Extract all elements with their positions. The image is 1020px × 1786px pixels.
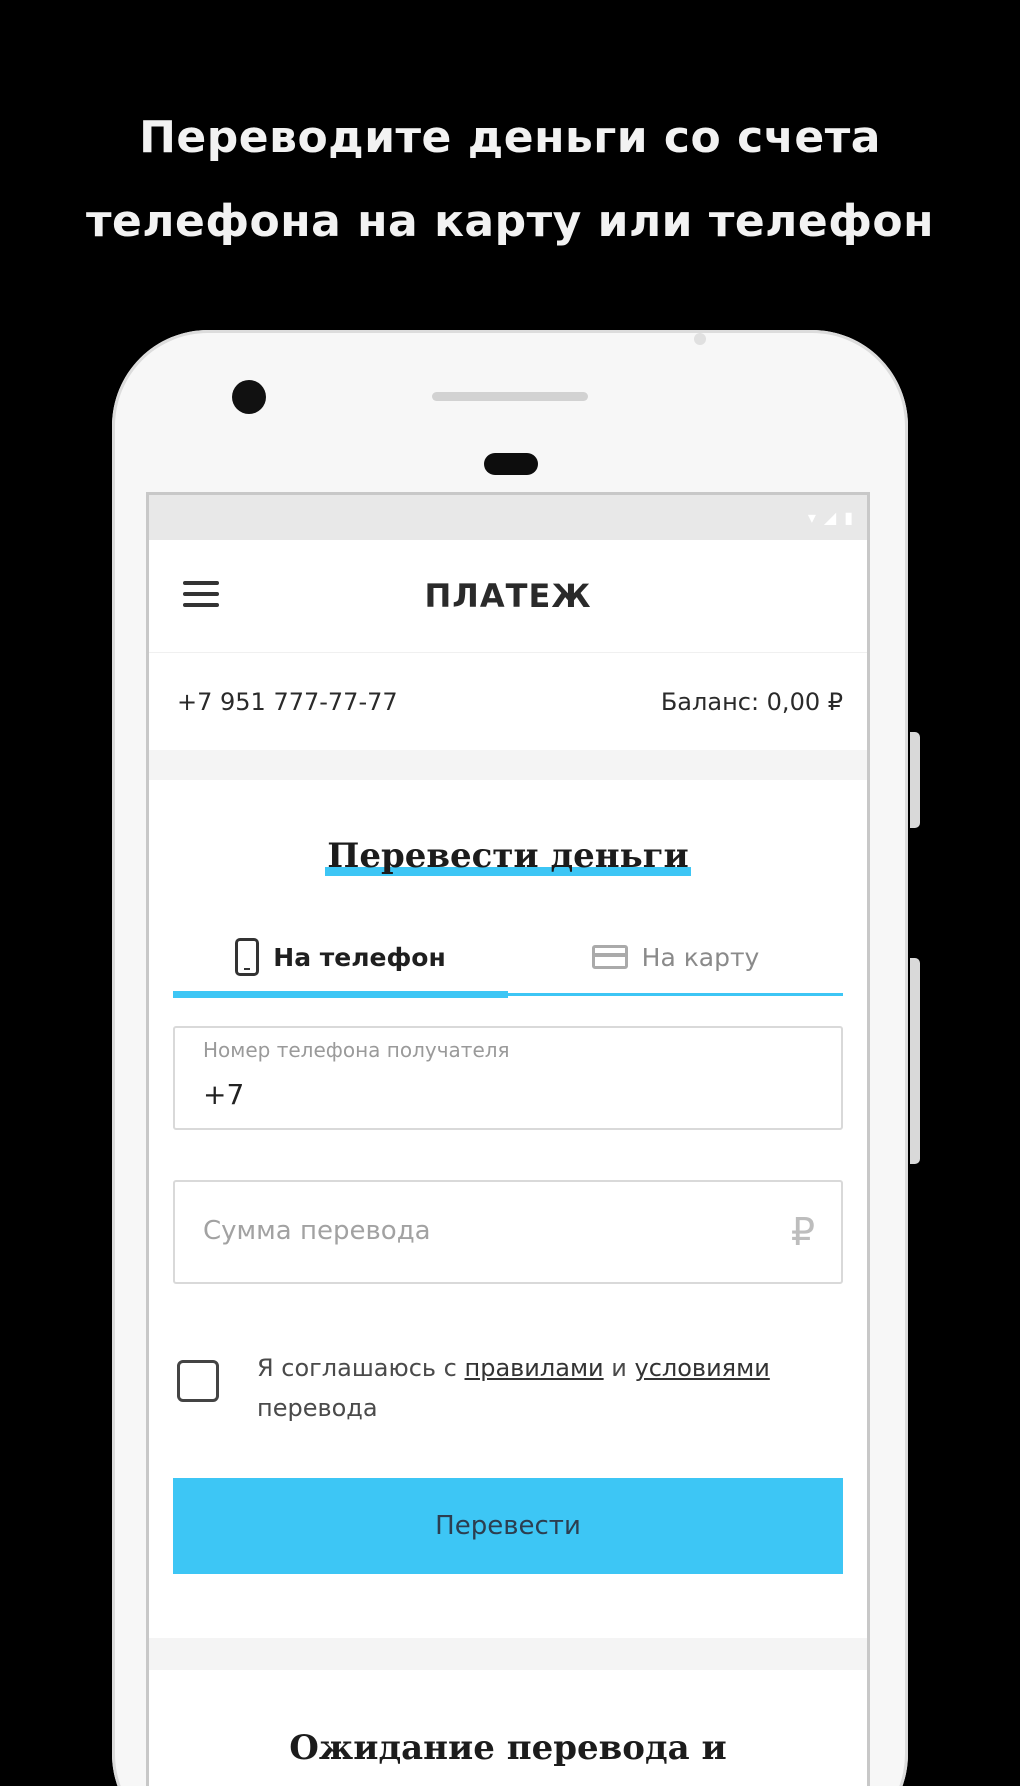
next-section-title: Ожидание перевода и bbox=[289, 1728, 727, 1768]
transfer-button-label: Перевести bbox=[435, 1511, 581, 1541]
account-balance: Баланс: 0,00 ₽ bbox=[660, 687, 843, 716]
battery-icon: ▮ bbox=[844, 508, 853, 527]
tab-to-phone-label: На телефон bbox=[273, 942, 446, 972]
promo-heading: Переводите деньги со счета телефона на к… bbox=[0, 96, 1020, 264]
section-divider bbox=[149, 750, 867, 780]
active-tab-indicator bbox=[173, 991, 508, 998]
agreement-suffix: перевода bbox=[257, 1394, 378, 1422]
hamburger-menu-icon[interactable] bbox=[183, 581, 219, 607]
agreement-checkbox[interactable] bbox=[177, 1360, 219, 1402]
account-row: +7 951 777-77-77 Баланс: 0,00 ₽ bbox=[149, 652, 867, 750]
app-bar: ПЛАТЕЖ bbox=[149, 540, 867, 652]
terms-link[interactable]: условиями bbox=[635, 1354, 770, 1382]
transfer-title: Перевести деньги bbox=[149, 836, 867, 876]
status-bar: ▾ ◢ ▮ bbox=[149, 495, 867, 540]
earpiece-speaker bbox=[432, 392, 588, 401]
light-sensor bbox=[694, 333, 706, 345]
transfer-button[interactable]: Перевести bbox=[173, 1478, 843, 1574]
account-phone: +7 951 777-77-77 bbox=[177, 687, 398, 716]
rules-link[interactable]: правилами bbox=[465, 1354, 604, 1382]
signal-icon: ◢ bbox=[823, 508, 837, 527]
agreement-row: Я соглашаюсь с правилами и условиями пер… bbox=[177, 1348, 843, 1428]
power-button bbox=[910, 958, 920, 1164]
recipient-phone-label: Номер телефона получателя bbox=[203, 1038, 510, 1062]
recipient-phone-field[interactable]: Номер телефона получателя +7 bbox=[173, 1026, 843, 1130]
front-camera bbox=[232, 380, 266, 414]
agreement-middle: и bbox=[603, 1354, 635, 1382]
promo-line-2: телефона на карту или телефон bbox=[85, 196, 935, 247]
section-divider-2 bbox=[149, 1638, 867, 1670]
transfer-tabs: На телефон На карту bbox=[173, 922, 843, 998]
proximity-sensor bbox=[484, 453, 538, 475]
agreement-prefix: Я соглашаюсь с bbox=[257, 1354, 465, 1382]
app-title: ПЛАТЕЖ bbox=[424, 577, 592, 615]
card-icon bbox=[591, 945, 628, 969]
phone-icon bbox=[235, 938, 260, 976]
amount-field[interactable]: Сумма перевода ₽ bbox=[173, 1180, 843, 1284]
phone-screen: ▾ ◢ ▮ ПЛАТЕЖ +7 951 777-77-77 Баланс: 0,… bbox=[146, 492, 870, 1786]
tab-to-card[interactable]: На карту bbox=[508, 922, 843, 992]
wifi-icon: ▾ bbox=[807, 508, 816, 527]
promo-line-1: Переводите деньги со счета bbox=[139, 112, 881, 163]
volume-button bbox=[910, 732, 920, 828]
recipient-phone-value[interactable]: +7 bbox=[203, 1078, 244, 1111]
transfer-title-text: Перевести деньги bbox=[325, 836, 691, 876]
amount-placeholder[interactable]: Сумма перевода bbox=[203, 1216, 431, 1246]
agreement-text: Я соглашаюсь с правилами и условиями пер… bbox=[257, 1348, 770, 1428]
tab-to-card-label: На карту bbox=[641, 942, 760, 972]
tab-to-phone[interactable]: На телефон bbox=[173, 922, 508, 992]
ruble-icon: ₽ bbox=[790, 1210, 815, 1254]
